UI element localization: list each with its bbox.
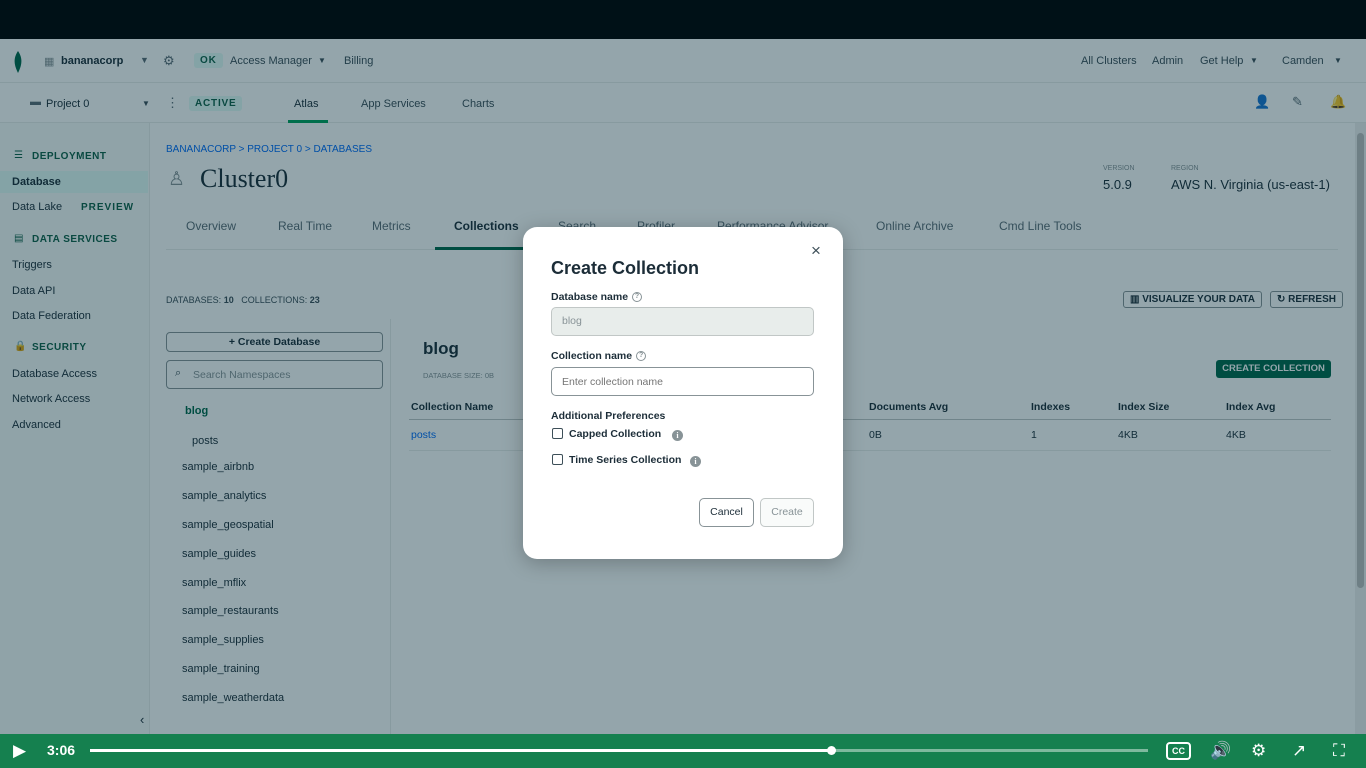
play-icon[interactable]: ▶ [13, 734, 26, 768]
database-name-label-text: Database name [551, 291, 629, 303]
create-button: Create [760, 498, 814, 527]
database-name-label: Database name? [551, 291, 643, 303]
collection-name-label-text: Collection name [551, 350, 633, 362]
progress-scrubber[interactable] [826, 746, 836, 755]
close-icon[interactable]: × [811, 241, 821, 261]
captions-icon[interactable]: CC [1166, 742, 1191, 760]
time-series-collection-checkbox[interactable] [552, 454, 563, 465]
collection-name-field[interactable] [551, 367, 814, 396]
progress-track[interactable] [90, 746, 1148, 755]
share-icon[interactable]: ↗ [1292, 734, 1306, 768]
progress-fill [90, 749, 831, 752]
collection-name-label: Collection name? [551, 350, 647, 362]
info-icon[interactable]: i [690, 456, 701, 467]
volume-icon[interactable]: 🔊 [1210, 734, 1231, 768]
fullscreen-icon[interactable]: ⛶ [1333, 734, 1345, 768]
info-icon[interactable]: i [672, 430, 683, 441]
create-collection-modal: × Create Collection Database name? blog … [523, 227, 843, 559]
database-name-field: blog [551, 307, 814, 336]
time-display: 3:06 [47, 742, 76, 758]
time-series-collection-label[interactable]: Time Series Collection [569, 454, 681, 466]
help-icon[interactable]: ? [636, 351, 647, 362]
cancel-button[interactable]: Cancel [699, 498, 754, 527]
help-icon[interactable]: ? [632, 292, 643, 303]
capped-collection-label[interactable]: Capped Collection [569, 428, 661, 440]
settings-icon[interactable]: ⚙ [1251, 734, 1266, 768]
modal-title: Create Collection [551, 258, 700, 278]
capped-collection-checkbox[interactable] [552, 428, 563, 439]
video-player-controls: ▶ 3:06 CC 🔊 ⚙ ↗ ⛶ [0, 734, 1366, 768]
additional-preferences-heading: Additional Preferences [551, 410, 666, 422]
